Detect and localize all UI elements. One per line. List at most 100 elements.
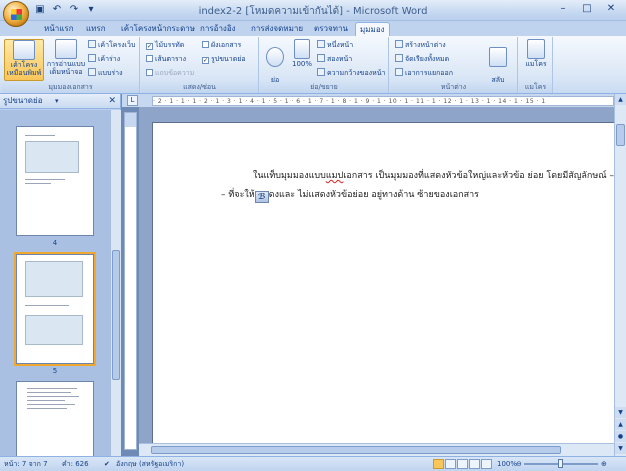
pane-title: รูปขนาดย่อ — [3, 96, 43, 105]
spelling-check-icon[interactable]: ✔ — [104, 457, 110, 471]
full-screen-icon — [55, 39, 77, 59]
arrange-all-button[interactable]: จัดเรียงทั้งหมด — [395, 54, 449, 65]
browse-object-icon[interactable]: ● — [615, 431, 626, 442]
outline-button[interactable]: เค้าร่าง — [88, 54, 120, 65]
zoom-slider-knob[interactable] — [558, 459, 563, 468]
new-window-icon — [395, 40, 403, 48]
ruler-checkbox[interactable]: ✓ ไม้บรรทัด — [146, 40, 184, 51]
page-count[interactable]: หน้า: 7 จาก 7 — [4, 457, 48, 471]
two-pages-button[interactable]: สองหน้า — [317, 54, 352, 65]
one-page-icon — [317, 40, 325, 48]
document-text-line[interactable]: – ที่จะให้ ℬ ดงและ ไม่แสดงหัวข้อย่อย อยู่ท… — [221, 187, 479, 203]
outline-icon — [88, 54, 96, 62]
thumbnail-list: 4 5 — [0, 110, 110, 456]
web-layout-icon — [88, 40, 96, 48]
spelling-error: แมป — [325, 171, 344, 181]
split-icon — [395, 68, 403, 76]
check-icon: ✓ — [146, 43, 153, 50]
check-icon: ✓ — [202, 57, 209, 64]
group-label: แมโคร — [519, 82, 552, 93]
zoom-in-icon[interactable]: ⊕ — [601, 457, 607, 471]
thumbnails-scrollbar[interactable] — [110, 110, 121, 456]
message-bar-checkbox[interactable]: แถบข้อความ — [146, 68, 194, 79]
document-area: ในแท็บมุมมองแบบแมปเอกสาร เป็นมุมมองที่แส… — [139, 107, 614, 443]
group-show-hide: ✓ ไม้บรรทัด เส้นตาราง แถบข้อความ ผังเอกสา… — [141, 37, 259, 93]
scrollbar-thumb[interactable] — [616, 124, 625, 146]
tab-view[interactable]: มุมมอง — [355, 22, 390, 36]
draft-button[interactable]: แบบร่าง — [88, 68, 123, 79]
gridlines-checkbox[interactable]: เส้นตาราง — [146, 54, 186, 65]
magnifier-icon — [266, 47, 284, 67]
status-bar: หน้า: 7 จาก 7 คำ: 626 ✔ อังกฤษ (สหรัฐอเม… — [0, 456, 626, 471]
previous-page-icon[interactable]: ▲ — [615, 419, 626, 430]
tab-selector-icon[interactable]: L — [127, 95, 138, 106]
pane-header: รูปขนาดย่อ ▾ ✕ — [0, 94, 120, 109]
web-layout-button[interactable]: เค้าโครงเว็บ — [88, 40, 135, 51]
outline-view-icon[interactable] — [469, 459, 480, 469]
scroll-up-icon[interactable]: ▲ — [615, 94, 626, 105]
document-page[interactable]: ในแท็บมุมมองแบบแมปเอกสาร เป็นมุมมองที่แส… — [152, 122, 614, 443]
group-label: มุมมองเอกสาร — [2, 82, 139, 93]
zoom-level[interactable]: 100% — [497, 457, 517, 471]
view-buttons — [433, 459, 492, 469]
zoom-out-icon[interactable]: ⊖ — [516, 457, 522, 471]
group-macros: แมโคร แมโคร — [519, 37, 553, 93]
zoom-100-button[interactable]: 100% — [290, 39, 314, 81]
tab-mailings[interactable]: การส่งจดหมาย — [247, 22, 307, 36]
draft-view-icon[interactable] — [481, 459, 492, 469]
print-layout-view-icon[interactable] — [433, 459, 444, 469]
page-thumbnail[interactable] — [16, 381, 94, 456]
next-page-icon[interactable]: ▼ — [615, 443, 626, 454]
scrollbar-thumb[interactable] — [112, 250, 120, 380]
arrange-all-icon — [395, 54, 403, 62]
tab-home[interactable]: หน้าแรก — [40, 22, 78, 36]
tab-page-layout[interactable]: เค้าโครงหน้ากระดาษ — [117, 22, 199, 36]
horizontal-ruler[interactable]: · 2 · 1 · 1 · 1 · 2 · 1 · 3 · 1 · 4 · 1 … — [152, 96, 614, 106]
tab-references[interactable]: การอ้างอิง — [196, 22, 240, 36]
ruler-area: L · 2 · 1 · 1 · 1 · 2 · 1 · 3 · 1 · 4 · … — [122, 94, 626, 107]
two-pages-icon — [317, 54, 325, 62]
page-thumbnail-selected[interactable] — [14, 252, 96, 366]
horizontal-scrollbar[interactable] — [139, 443, 614, 456]
pane-dropdown-icon[interactable]: ▾ — [55, 94, 59, 108]
new-window-button[interactable]: สร้างหน้าต่าง — [395, 40, 446, 51]
vertical-ruler[interactable] — [124, 112, 137, 450]
minimize-button[interactable]: – — [552, 2, 574, 17]
thumbnail-page-number: 4 — [52, 239, 58, 247]
full-screen-reading-button[interactable]: การอ่านแบบเต็มหน้าจอ — [46, 39, 86, 81]
zoom-button[interactable]: ย่อ /ขยาย — [262, 39, 288, 92]
switch-windows-icon — [489, 47, 507, 67]
switch-windows-button[interactable]: สลับ หน้าต่าง — [482, 39, 514, 92]
close-button[interactable]: ✕ — [600, 2, 622, 17]
document-map-checkbox[interactable]: ผังเอกสาร — [202, 40, 241, 51]
title-bar: ▣ ↶ ↷ ▾ index2-2 [โหมดความเข้ากันได้] - … — [0, 0, 626, 27]
page-width-button[interactable]: ความกว้างของหน้า — [317, 68, 385, 79]
thumbnail-page-number: 5 — [52, 367, 58, 375]
tab-review[interactable]: ตรวจทาน — [310, 22, 352, 36]
page-thumbnail[interactable] — [16, 126, 94, 236]
language-status[interactable]: อังกฤษ (สหรัฐอเมริกา) — [116, 457, 184, 471]
word-count[interactable]: คำ: 626 — [62, 457, 89, 471]
scrollbar-thumb[interactable] — [151, 446, 561, 454]
ribbon: เค้าโครงเหมือนพิมพ์ การอ่านแบบเต็มหน้าจอ… — [0, 36, 626, 94]
macros-button[interactable]: แมโคร — [523, 39, 549, 81]
group-label: ย่อ/ขยาย — [260, 82, 388, 93]
group-label: หน้าต่าง — [390, 82, 517, 93]
group-zoom: ย่อ /ขยาย 100% หนึ่งหน้า สองหน้า ความกว้… — [260, 37, 389, 93]
vertical-scrollbar[interactable]: ▲ ▼ ▲ ● ▼ — [614, 94, 626, 456]
remove-split-button[interactable]: เอาการแยกออก — [395, 68, 453, 79]
maximize-button[interactable]: □ — [576, 2, 598, 17]
thumbnails-checkbox[interactable]: ✓ รูปขนาดย่อ — [202, 54, 246, 65]
one-page-button[interactable]: หนึ่งหน้า — [317, 40, 353, 51]
web-layout-view-icon[interactable] — [457, 459, 468, 469]
print-layout-button[interactable]: เค้าโครงเหมือนพิมพ์ — [4, 39, 44, 81]
full-screen-view-icon[interactable] — [445, 459, 456, 469]
document-text-line[interactable]: ในแท็บมุมมองแบบแมปเอกสาร เป็นมุมมองที่แส… — [253, 168, 614, 182]
scroll-down-icon[interactable]: ▼ — [615, 407, 626, 418]
page-icon — [294, 39, 310, 59]
group-window: สร้างหน้าต่าง จัดเรียงทั้งหมด เอาการแยกอ… — [390, 37, 518, 93]
pane-close-icon[interactable]: ✕ — [108, 94, 116, 108]
smart-tag-icon[interactable]: ℬ — [254, 191, 269, 203]
tab-insert[interactable]: แทรก — [82, 22, 110, 36]
office-button[interactable] — [3, 1, 29, 27]
